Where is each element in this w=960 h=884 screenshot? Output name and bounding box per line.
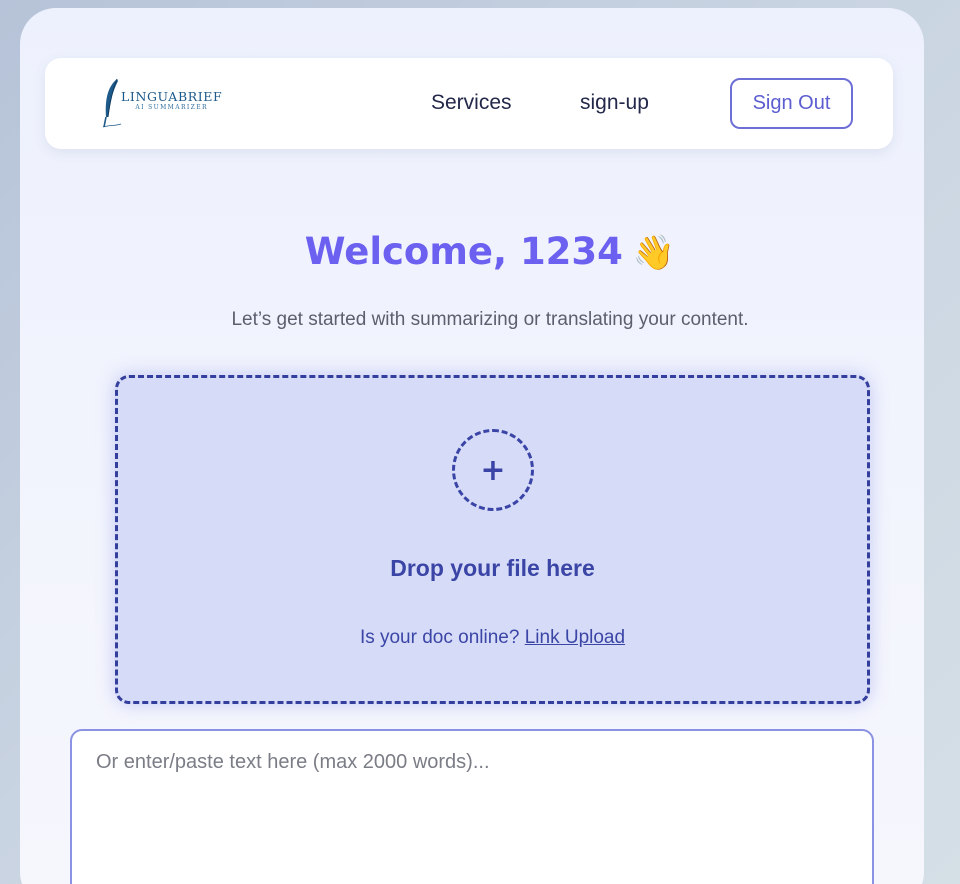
logo-main-text: LINGUABRIEF xyxy=(121,89,223,104)
welcome-text: Welcome, 1234 xyxy=(304,230,623,273)
file-dropzone[interactable]: + Drop your file here Is your doc online… xyxy=(115,375,870,704)
plus-icon: + xyxy=(480,452,506,488)
navbar: LINGUABRIEF AI SUMMARIZER Services sign-… xyxy=(45,58,893,149)
welcome-heading: Welcome, 1234 👋 xyxy=(20,230,960,273)
welcome-subtitle: Let’s get started with summarizing or tr… xyxy=(231,309,749,330)
feather-quill-icon xyxy=(102,78,122,128)
online-doc-prompt: Is your doc online? xyxy=(359,627,520,648)
online-doc-row: Is your doc online? Link Upload xyxy=(118,627,867,649)
logo-sub-text: AI SUMMARIZER xyxy=(135,104,208,111)
sign-out-button[interactable]: Sign Out xyxy=(730,78,853,129)
nav-link-sign-up[interactable]: sign-up xyxy=(580,91,649,115)
text-input-area[interactable] xyxy=(70,729,874,884)
dropzone-title: Drop your file here xyxy=(390,555,595,581)
logo[interactable]: LINGUABRIEF AI SUMMARIZER xyxy=(101,76,231,130)
waving-hand-icon: 👋 xyxy=(632,233,676,273)
add-file-button[interactable]: + xyxy=(452,429,534,511)
logo-text: LINGUABRIEF AI SUMMARIZER xyxy=(121,90,222,112)
nav-link-services[interactable]: Services xyxy=(431,91,512,115)
link-upload-link[interactable]: Link Upload xyxy=(525,627,625,648)
